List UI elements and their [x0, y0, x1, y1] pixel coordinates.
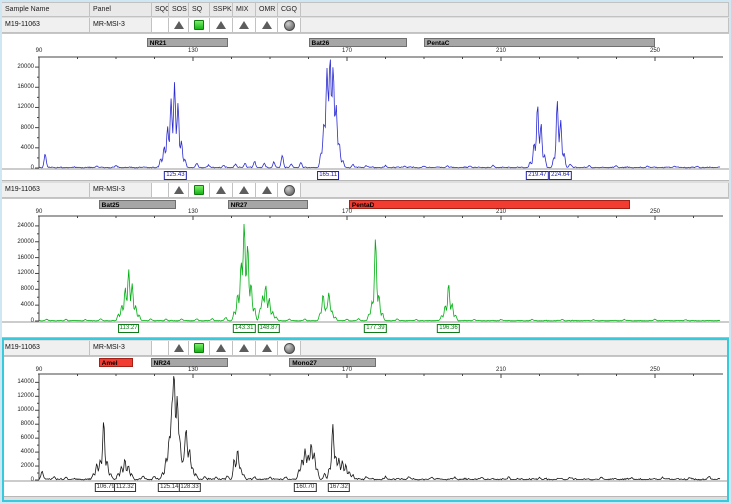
flag-mix-cell [233, 341, 256, 356]
peak-size-label[interactable]: 113.27 [118, 324, 140, 333]
row-filler [301, 341, 729, 356]
flag-sqo-cell [152, 18, 169, 33]
peak-size-label[interactable]: 112.32 [114, 483, 136, 492]
header-cell-sos: SOS [169, 2, 189, 17]
flag-cgq-cell [278, 183, 301, 198]
panel-name-cell: MR-MSI-3 [90, 18, 152, 33]
warning-triangle-icon [216, 344, 226, 352]
panel-name-cell: MR-MSI-3 [90, 183, 152, 198]
warning-triangle-icon [174, 186, 184, 194]
peak-size-label[interactable]: 128.33 [178, 483, 200, 492]
flag-sq-cell [189, 18, 210, 33]
row-filler [301, 18, 729, 33]
warning-triangle-icon [262, 344, 272, 352]
peak-size-label[interactable]: 224.64 [549, 171, 571, 180]
header-cell-omr: OMR [256, 2, 278, 17]
sample-name-cell: M19-11063 [2, 183, 90, 198]
electropherogram-plot[interactable]: NR21Bat26PentaC0400080001200016000200009… [2, 33, 729, 181]
peak-size-label[interactable]: 143.31 [233, 324, 255, 333]
peak-size-label[interactable]: 196.36 [437, 324, 459, 333]
flag-sq-cell [189, 341, 210, 356]
flag-sspk-cell [210, 18, 233, 33]
electropherogram-trace [2, 199, 729, 339]
flag-omr-cell [256, 341, 278, 356]
peak-size-label[interactable]: 165.11 [317, 171, 339, 180]
fragment-analysis-window: Sample NamePanelSQOSOSSQSSPKMIXOMRCGQ M1… [0, 0, 731, 504]
warning-triangle-icon [239, 186, 249, 194]
peak-size-label[interactable]: 125.43 [164, 171, 186, 180]
peak-size-label[interactable]: 219.47 [526, 171, 548, 180]
cgq-status-circle-icon [284, 20, 295, 31]
peak-size-label[interactable]: 167.32 [327, 483, 349, 492]
flag-cgq-cell [278, 18, 301, 33]
warning-triangle-icon [174, 344, 184, 352]
flag-cgq-cell [278, 341, 301, 356]
flag-sos-cell [169, 18, 189, 33]
electropherogram-plot[interactable]: AmelNR24Mono2702000400060008000100001200… [2, 356, 729, 497]
flag-sqo-cell [152, 341, 169, 356]
cgq-status-circle-icon [284, 343, 295, 354]
panel-name-cell: MR-MSI-3 [90, 341, 152, 356]
warning-triangle-icon [262, 21, 272, 29]
peak-size-label[interactable]: 125.14 [158, 483, 180, 492]
electropherogram-trace [2, 357, 729, 498]
quality-pass-square-icon [194, 20, 204, 30]
flag-sos-cell [169, 183, 189, 198]
header-cell-cgq: CGQ [278, 2, 301, 17]
quality-pass-square-icon [194, 343, 204, 353]
header-filler [301, 2, 729, 17]
peak-size-label[interactable]: 148.87 [257, 324, 279, 333]
warning-triangle-icon [216, 21, 226, 29]
row-filler [301, 183, 729, 198]
flag-omr-cell [256, 183, 278, 198]
header-cell-sqo: SQO [152, 2, 169, 17]
flag-mix-cell [233, 183, 256, 198]
cgq-status-circle-icon [284, 185, 295, 196]
sample-name-cell: M19-11063 [2, 341, 90, 356]
header-cell-sample-name: Sample Name [2, 2, 90, 17]
warning-triangle-icon [174, 21, 184, 29]
peak-size-label[interactable]: 160.70 [294, 483, 316, 492]
warning-triangle-icon [239, 21, 249, 29]
flag-sspk-cell [210, 183, 233, 198]
header-cell-sspk: SSPK [210, 2, 233, 17]
flag-mix-cell [233, 18, 256, 33]
header-cell-sq: SQ [189, 2, 210, 17]
peak-size-label[interactable]: 177.39 [364, 324, 386, 333]
sample-name-cell: M19-11063 [2, 18, 90, 33]
warning-triangle-icon [262, 186, 272, 194]
flag-sos-cell [169, 341, 189, 356]
flag-omr-cell [256, 18, 278, 33]
warning-triangle-icon [239, 344, 249, 352]
electropherogram-plot[interactable]: Bat25NR27PentaD0400080001200016000200002… [2, 198, 729, 338]
warning-triangle-icon [216, 186, 226, 194]
flag-sq-cell [189, 183, 210, 198]
electropherogram-trace [2, 34, 729, 182]
header-cell-panel: Panel [90, 2, 152, 17]
header-cell-mix: MIX [233, 2, 256, 17]
quality-pass-square-icon [194, 185, 204, 195]
flag-sspk-cell [210, 341, 233, 356]
flag-sqo-cell [152, 183, 169, 198]
